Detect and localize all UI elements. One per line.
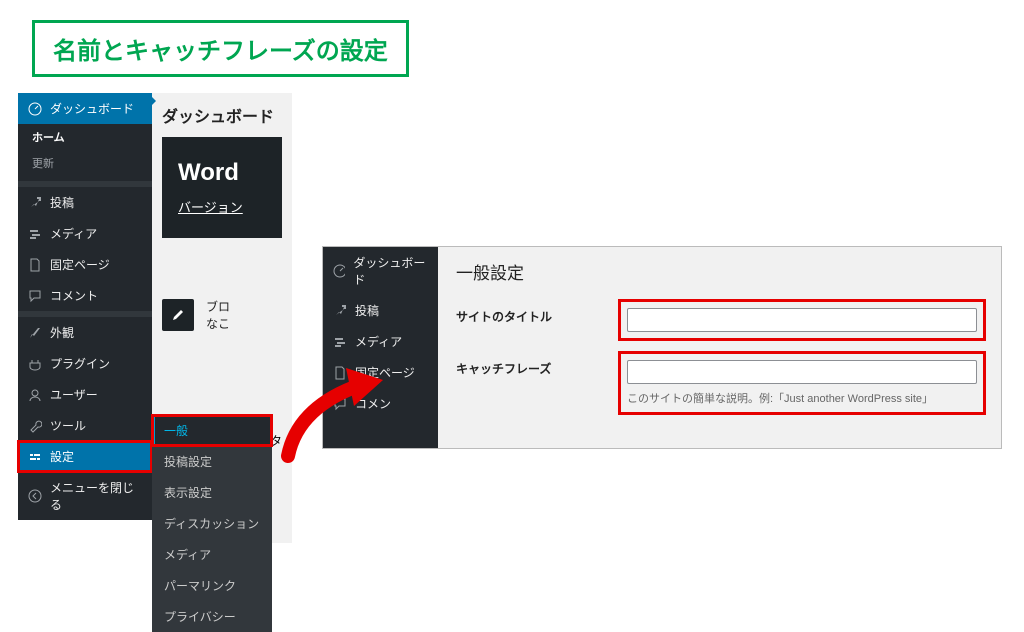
sidebar-label: 固定ページ [50, 256, 110, 273]
sidebar-item-plugins[interactable]: プラグイン [18, 348, 152, 379]
submenu-item-privacy[interactable]: プライバシー [152, 601, 272, 632]
sidebar-label: メディア [50, 225, 97, 242]
input-site-title[interactable] [627, 308, 977, 332]
highlight-tagline-field: このサイトの簡単な説明。例:「Just another WordPress si… [621, 354, 983, 412]
general-settings-panel: ダッシュボード 投稿 メディア 固定ページ コメン 一般設定 サイトのタイトル … [322, 246, 1002, 449]
edit-button[interactable] [162, 299, 194, 331]
sidebar-item-appearance[interactable]: 外観 [18, 317, 152, 348]
sidebar-label: 外観 [50, 324, 74, 341]
comment-icon [28, 289, 42, 303]
sidebar-label: プラグイン [50, 355, 110, 372]
sidebar-item-tools[interactable]: ツール [18, 410, 152, 441]
row-site-title: サイトのタイトル [456, 302, 983, 338]
submenu-item-discussion[interactable]: ディスカッション [152, 508, 272, 539]
sidebar-item-users[interactable]: ユーザー [18, 379, 152, 410]
page-annotation-title: 名前とキャッチフレーズの設定 [32, 20, 409, 77]
welcome-action-row: ブロ なこ [162, 298, 282, 332]
pin-icon [28, 196, 42, 210]
pencil-icon [171, 308, 185, 322]
sidebar2-item-dashboard[interactable]: ダッシュボード [323, 247, 438, 295]
settings-icon [28, 450, 42, 464]
tagline-helper-text: このサイトの簡単な説明。例:「Just another WordPress si… [627, 390, 977, 406]
general-settings-form: 一般設定 サイトのタイトル キャッチフレーズ このサイトの簡単な説明。例:「Ju… [438, 247, 1001, 448]
annotation-arrow [268, 366, 408, 466]
annotation-title-text: 名前とキャッチフレーズの設定 [53, 38, 388, 65]
input-tagline[interactable] [627, 360, 977, 384]
highlight-frame-general: 一般 [152, 415, 272, 446]
dashboard-heading: ダッシュボード [162, 103, 282, 127]
sidebar-label: 投稿 [50, 194, 74, 211]
sidebar-item-comments[interactable]: コメント [18, 280, 152, 311]
sidebar-label: ダッシュボード [50, 100, 134, 117]
user-icon [28, 388, 42, 402]
sidebar-label: ツール [50, 417, 86, 434]
sidebar-label: 投稿 [355, 302, 379, 319]
sidebar-sub-home[interactable]: ホーム [18, 124, 152, 150]
label-site-title: サイトのタイトル [456, 302, 571, 325]
sidebar-collapse[interactable]: メニューを閉じる [18, 472, 152, 520]
collapse-icon [28, 489, 42, 503]
welcome-version-link[interactable]: バージョン [178, 197, 266, 216]
wp-admin-sidebar: ダッシュボード ホーム 更新 投稿 メディア 固定ページ コメント 外観 プラグ… [18, 93, 152, 520]
pin-icon [333, 304, 347, 318]
row-tagline: キャッチフレーズ このサイトの簡単な説明。例:「Just another Wor… [456, 354, 983, 412]
sidebar2-item-posts[interactable]: 投稿 [323, 295, 438, 326]
active-pointer [148, 93, 156, 109]
sidebar-label: ユーザー [50, 386, 98, 403]
sidebar-item-dashboard[interactable]: ダッシュボード [18, 93, 152, 124]
highlight-site-title-field [621, 302, 983, 338]
sidebar-item-settings[interactable]: 設定 [18, 441, 152, 472]
settings-submenu: 一般 投稿設定 表示設定 ディスカッション メディア パーマリンク プライバシー [152, 415, 272, 632]
settings-page-title: 一般設定 [456, 259, 983, 284]
media-icon [333, 335, 347, 349]
sidebar-label: コメント [50, 287, 98, 304]
submenu-item-reading[interactable]: 表示設定 [152, 477, 272, 508]
sidebar-label: メディア [355, 333, 402, 350]
welcome-big-text: Word [178, 159, 266, 187]
sidebar-label: 設定 [50, 448, 74, 465]
sidebar-label: ダッシュボード [353, 254, 428, 288]
dashboard-icon [28, 102, 42, 116]
sidebar-item-media[interactable]: メディア [18, 218, 152, 249]
sidebar-sub-update[interactable]: 更新 [18, 150, 152, 181]
submenu-item-writing[interactable]: 投稿設定 [152, 446, 272, 477]
tools-icon [28, 419, 42, 433]
label-tagline: キャッチフレーズ [456, 354, 571, 377]
sidebar-item-posts[interactable]: 投稿 [18, 187, 152, 218]
submenu-item-permalink[interactable]: パーマリンク [152, 570, 272, 601]
sidebar-item-pages[interactable]: 固定ページ [18, 249, 152, 280]
submenu-item-media[interactable]: メディア [152, 539, 272, 570]
page-icon [28, 258, 42, 272]
submenu-item-general[interactable]: 一般 [152, 415, 272, 446]
dashboard-icon [333, 264, 345, 278]
brush-icon [28, 326, 42, 340]
sidebar2-item-media[interactable]: メディア [323, 326, 438, 357]
plugin-icon [28, 357, 42, 371]
media-icon [28, 227, 42, 241]
welcome-panel: Word バージョン [162, 137, 282, 238]
edit-text-clip: ブロ なこ [206, 298, 230, 332]
sidebar-label: メニューを閉じる [50, 479, 142, 513]
